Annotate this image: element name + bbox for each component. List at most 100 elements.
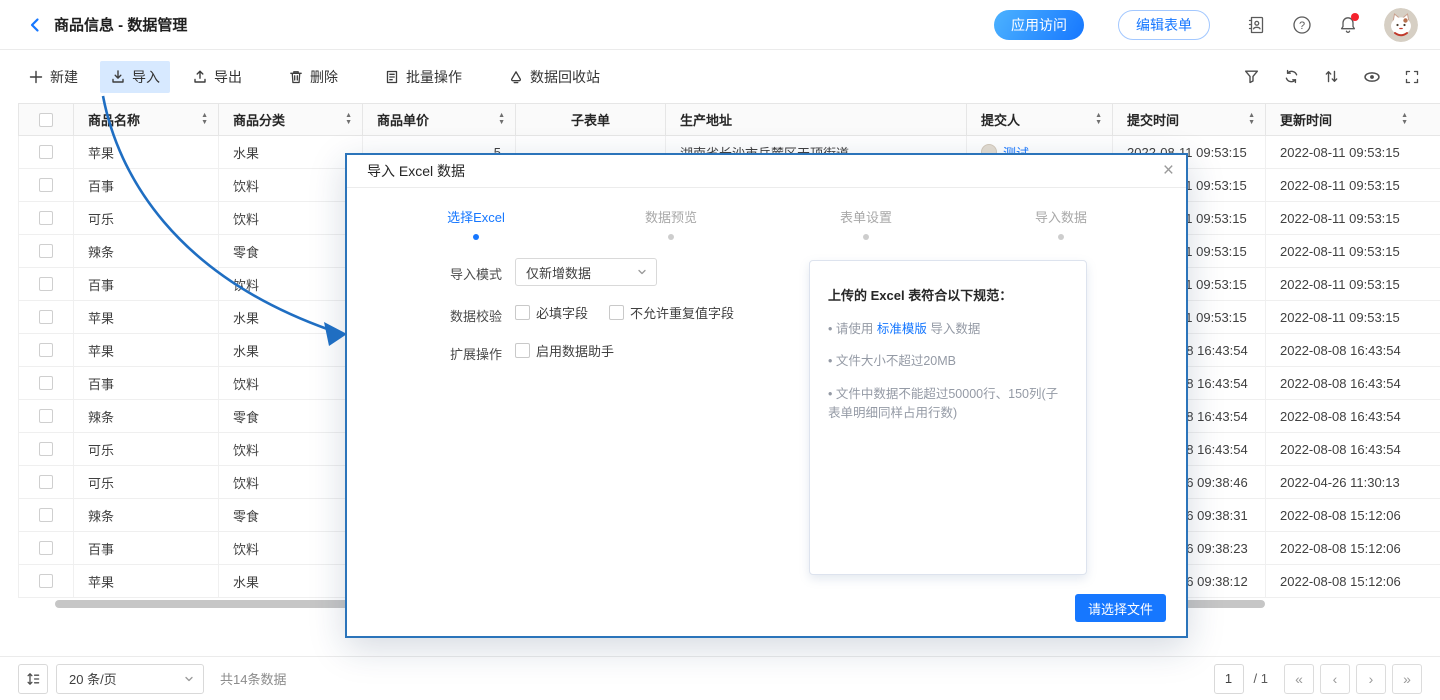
row-checkbox-cell [19, 301, 74, 333]
row-checkbox[interactable] [39, 145, 53, 159]
row-checkbox[interactable] [39, 508, 53, 522]
cell-update-time: 2022-08-08 16:43:54 [1266, 367, 1440, 399]
required-field-checkbox[interactable] [515, 305, 530, 320]
row-checkbox[interactable] [39, 244, 53, 258]
sort-arrows-icon[interactable]: ▲▼ [201, 113, 208, 127]
filter-icon[interactable] [1243, 68, 1260, 85]
fullscreen-icon[interactable] [1404, 69, 1420, 85]
step-dot [668, 234, 674, 240]
chevron-down-icon [636, 266, 648, 278]
data-assistant-checkbox[interactable] [515, 343, 530, 358]
no-duplicate-checkbox[interactable] [609, 305, 624, 320]
cell-category: 饮料 [219, 367, 363, 399]
sort-arrows-icon[interactable]: ▲▼ [498, 113, 505, 127]
back-button[interactable] [26, 16, 44, 34]
column-label: 商品单价 [377, 110, 429, 129]
header-right: 应用访问 编辑表单 ? [994, 8, 1418, 42]
row-checkbox[interactable] [39, 475, 53, 489]
column-label: 生产地址 [680, 110, 732, 129]
refresh-icon[interactable] [1283, 68, 1300, 85]
import-mode-select[interactable]: 仅新增数据 [515, 258, 657, 286]
row-checkbox[interactable] [39, 178, 53, 192]
svg-text:?: ? [1299, 20, 1305, 32]
import-mode-value: 仅新增数据 [526, 263, 591, 282]
sort-arrows-icon[interactable]: ▲▼ [345, 113, 352, 127]
close-icon[interactable]: × [1163, 157, 1174, 185]
header-left: 商品信息 - 数据管理 [26, 14, 187, 35]
tip-template: 请使用 标准模版 导入数据 [828, 320, 1068, 339]
column-header-submitter[interactable]: 提交人 ▲▼ [967, 104, 1113, 135]
help-icon[interactable]: ? [1292, 15, 1312, 35]
step-dot [863, 234, 869, 240]
page-number-input[interactable] [1214, 664, 1244, 694]
page: 商品信息 - 数据管理 应用访问 编辑表单 ? [0, 0, 1440, 700]
select-all-checkbox[interactable] [39, 113, 53, 127]
user-avatar[interactable] [1384, 8, 1418, 42]
tip-text: 导入数据 [927, 322, 980, 336]
cell-update-time: 2022-08-11 09:53:15 [1266, 169, 1440, 201]
row-checkbox[interactable] [39, 541, 53, 555]
import-icon [110, 69, 126, 85]
cell-category: 饮料 [219, 169, 363, 201]
row-checkbox[interactable] [39, 442, 53, 456]
last-page-button[interactable]: » [1392, 664, 1422, 694]
first-page-button[interactable]: « [1284, 664, 1314, 694]
eye-icon[interactable] [1363, 68, 1381, 86]
new-button[interactable]: 新建 [18, 61, 88, 93]
sort-icon[interactable] [1323, 68, 1340, 85]
batch-actions-button[interactable]: 批量操作 [374, 61, 472, 93]
column-label: 提交时间 [1127, 110, 1179, 129]
edit-form-button[interactable]: 编辑表单 [1118, 10, 1210, 40]
notification-bell-icon[interactable] [1338, 15, 1358, 35]
sort-arrows-icon[interactable]: ▲▼ [1095, 113, 1102, 127]
chevron-down-icon [183, 673, 195, 685]
step-select-excel[interactable]: 选择Excel [447, 207, 505, 226]
row-checkbox[interactable] [39, 376, 53, 390]
column-header-price[interactable]: 商品单价 ▲▼ [363, 104, 516, 135]
page-size-select[interactable]: 20 条/页 [56, 664, 204, 694]
column-header-subform[interactable]: 子表单 [516, 104, 666, 135]
column-header-product-name[interactable]: 商品名称▲▼ [74, 104, 219, 135]
sort-arrows-icon[interactable]: ▲▼ [1248, 113, 1255, 127]
column-header-address[interactable]: 生产地址 [666, 104, 967, 135]
column-label: 更新时间 [1280, 110, 1332, 129]
validation-label: 数据校验 [450, 306, 502, 325]
column-label: 提交人 [981, 110, 1020, 129]
row-checkbox[interactable] [39, 574, 53, 588]
column-header-category[interactable]: 商品分类 ▲▼ [219, 104, 363, 135]
row-checkbox[interactable] [39, 310, 53, 324]
import-button[interactable]: 导入 [100, 61, 170, 93]
cell-category: 饮料 [219, 202, 363, 234]
contacts-icon[interactable] [1246, 15, 1266, 35]
export-button-label: 导出 [214, 67, 242, 87]
tip-file-size: 文件大小不超过20MB [828, 352, 1068, 371]
cell-update-time: 2022-08-11 09:53:15 [1266, 136, 1440, 168]
step-dot [473, 234, 479, 240]
sort-arrows-icon[interactable]: ▲▼ [1401, 113, 1408, 127]
export-button[interactable]: 导出 [182, 61, 252, 93]
step-data-preview: 数据预览 [645, 207, 697, 226]
row-checkbox-cell [19, 466, 74, 498]
tip-text: 请使用 [836, 322, 877, 336]
cell-update-time: 2022-08-11 09:53:15 [1266, 268, 1440, 300]
column-label: 商品分类 [233, 110, 285, 129]
column-header-update-time[interactable]: 更新时间 ▲▼ [1266, 104, 1440, 135]
recycle-bin-button[interactable]: 数据回收站 [498, 61, 610, 93]
row-checkbox-cell [19, 169, 74, 201]
select-file-button[interactable]: 请选择文件 [1075, 594, 1166, 622]
standard-template-link[interactable]: 标准模版 [877, 322, 927, 336]
column-header-submit-time[interactable]: 提交时间 ▲▼ [1113, 104, 1266, 135]
row-checkbox[interactable] [39, 409, 53, 423]
import-mode-label: 导入模式 [450, 264, 502, 283]
next-page-button[interactable]: › [1356, 664, 1386, 694]
row-checkbox[interactable] [39, 343, 53, 357]
prev-page-button[interactable]: ‹ [1320, 664, 1350, 694]
row-height-button[interactable] [18, 664, 48, 694]
row-checkbox-cell [19, 400, 74, 432]
row-checkbox[interactable] [39, 277, 53, 291]
delete-button[interactable]: 删除 [278, 61, 348, 93]
cell-product-name: 辣条 [74, 400, 219, 432]
row-checkbox[interactable] [39, 211, 53, 225]
row-checkbox-cell [19, 433, 74, 465]
app-access-button[interactable]: 应用访问 [994, 10, 1084, 40]
